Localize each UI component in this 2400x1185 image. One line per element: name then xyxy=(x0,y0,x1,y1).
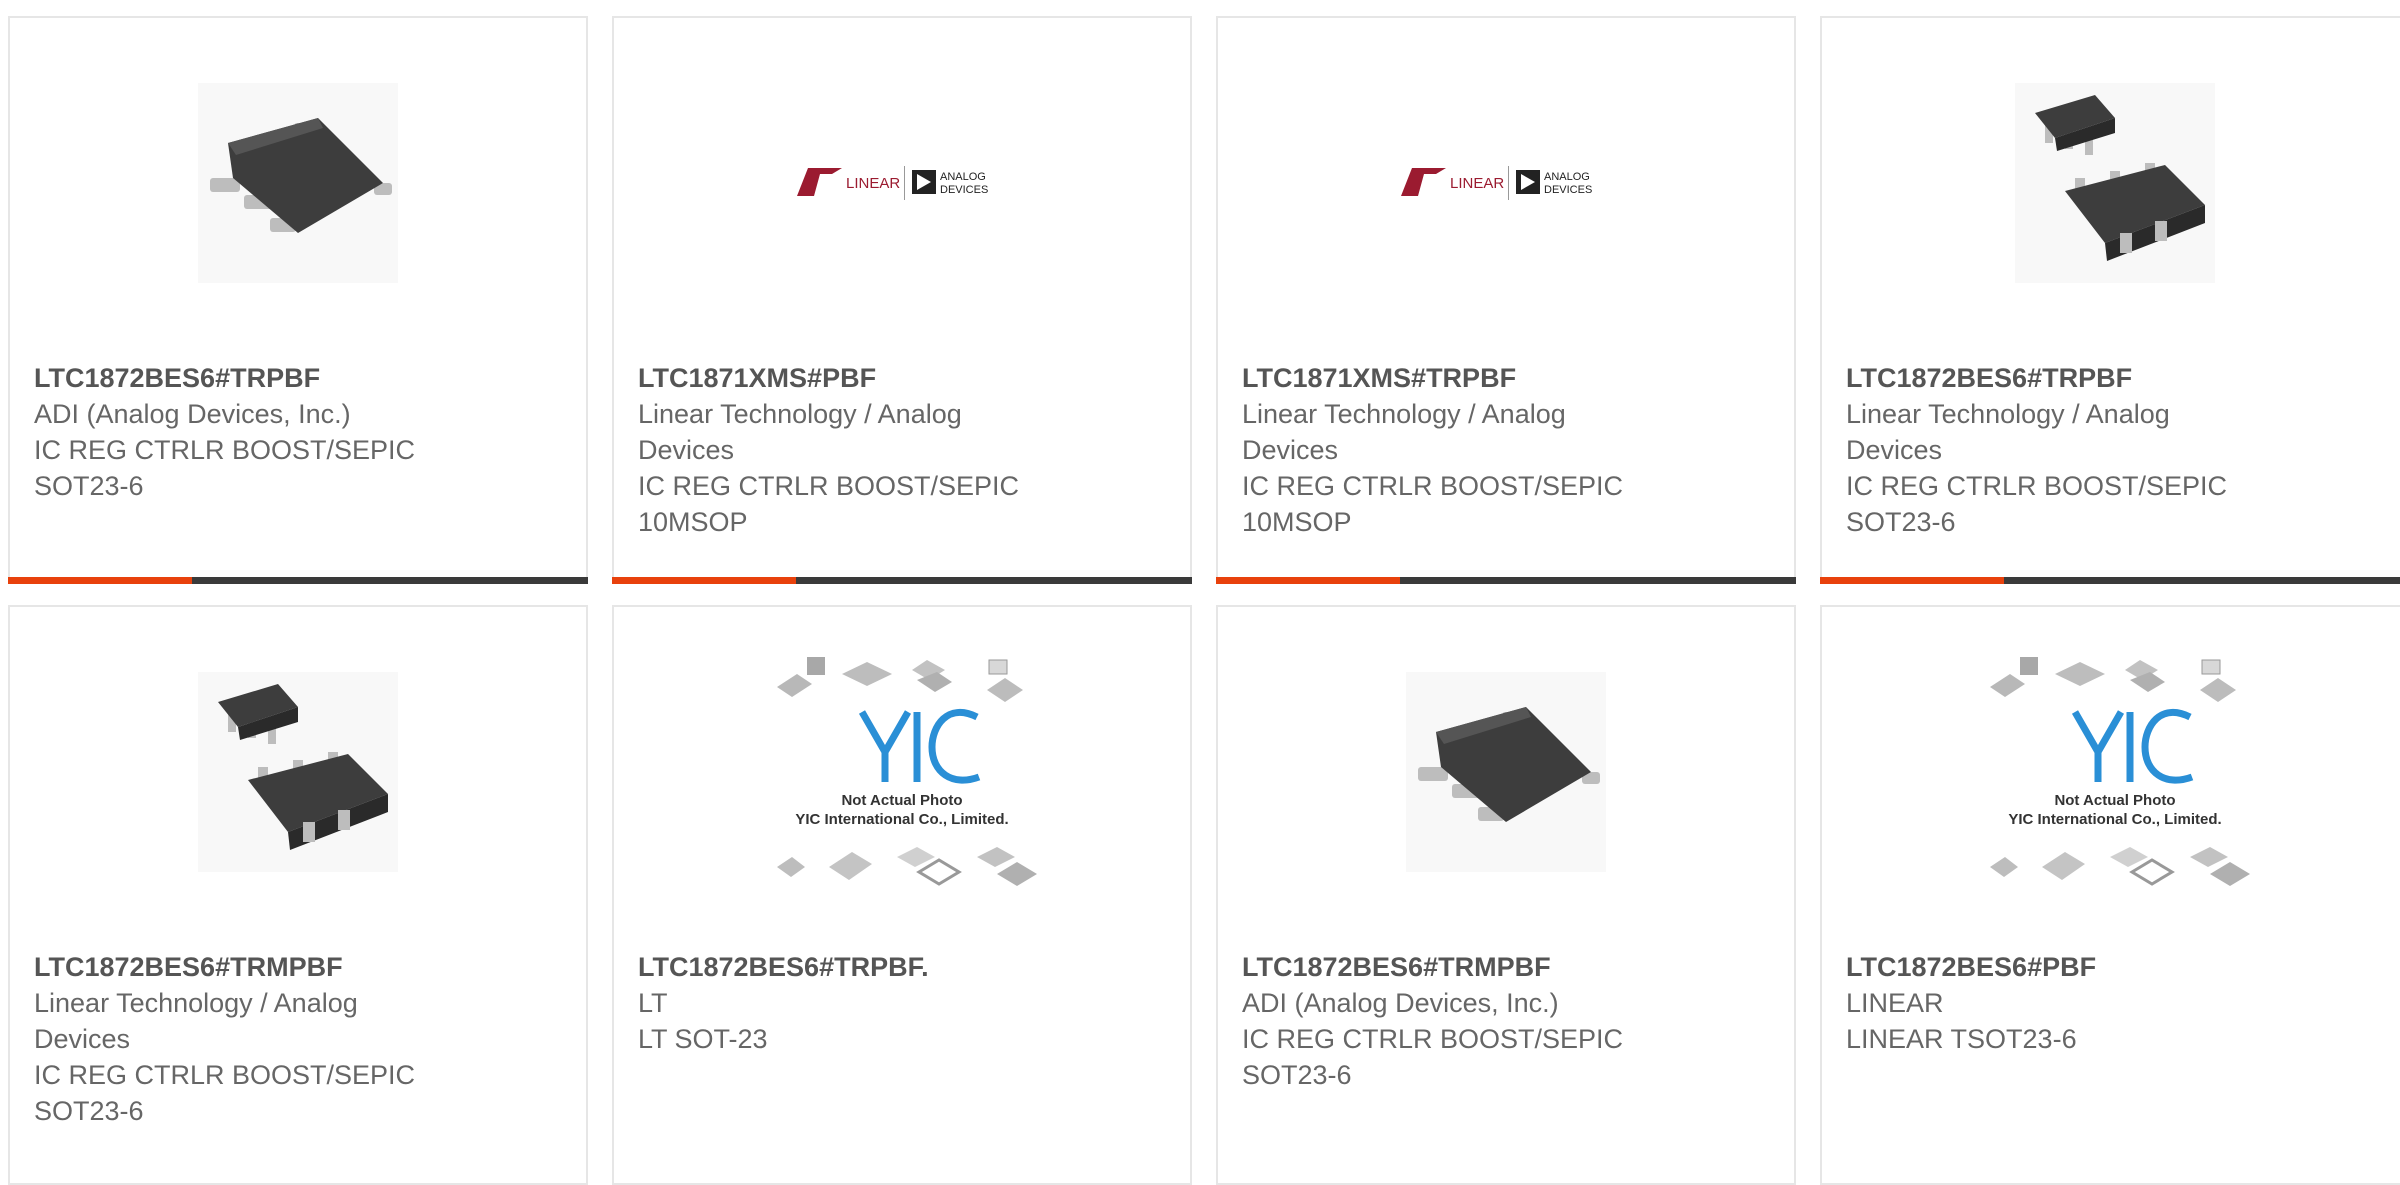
product-image[interactable] xyxy=(10,667,586,877)
svg-text:YIC International Co., Limited: YIC International Co., Limited. xyxy=(2008,811,2221,828)
manufacturer: Linear Technology / Analog Devices xyxy=(34,988,358,1054)
svg-text:LINEAR: LINEAR xyxy=(1450,175,1504,192)
card-bottom-bar xyxy=(1820,577,2400,584)
svg-text:Not Actual Photo: Not Actual Photo xyxy=(841,792,962,809)
chip-icon xyxy=(198,83,398,283)
product-info: LTC1872BES6#PBF LINEAR LINEAR TSOT23-6 xyxy=(1846,949,2384,1057)
product-card[interactable]: LINEAR ANALOG DEVICES LTC1871XMS#PBF Lin… xyxy=(612,16,1192,584)
description: IC REG CTRLR BOOST/SEPIC SOT23-6 xyxy=(1242,1024,1624,1090)
product-image[interactable]: LINEAR ANALOG DEVICES xyxy=(614,78,1190,288)
product-image[interactable] xyxy=(10,78,586,288)
description: IC REG CTRLR BOOST/SEPIC 10MSOP xyxy=(1242,471,1624,537)
product-card[interactable]: LTC1872BES6#TRMPBF Linear Technology / A… xyxy=(8,605,588,1185)
product-card[interactable]: LINEAR ANALOG DEVICES LTC1871XMS#TRPBF L… xyxy=(1216,16,1796,584)
manufacturer: LT xyxy=(638,988,668,1018)
description: IC REG CTRLR BOOST/SEPIC SOT23-6 xyxy=(34,1060,416,1126)
product-card[interactable]: LTC1872BES6#TRMPBF ADI (Analog Devices, … xyxy=(1216,605,1796,1185)
product-image[interactable] xyxy=(1822,78,2400,288)
part-number[interactable]: LTC1872BES6#TRPBF xyxy=(1846,360,2384,396)
product-image[interactable]: Not Actual Photo YIC International Co., … xyxy=(1822,657,2400,886)
manufacturer: ADI (Analog Devices, Inc.) xyxy=(1242,988,1559,1018)
product-card[interactable]: LTC1872BES6#TRPBF ADI (Analog Devices, I… xyxy=(8,16,588,584)
svg-text:ANALOG: ANALOG xyxy=(1544,171,1590,183)
product-image[interactable]: Not Actual Photo YIC International Co., … xyxy=(614,657,1190,886)
product-image[interactable] xyxy=(1218,667,1794,877)
product-card[interactable]: Not Actual Photo YIC International Co., … xyxy=(612,605,1192,1185)
manufacturer: Linear Technology / Analog Devices xyxy=(1846,399,2170,465)
manufacturer: LINEAR xyxy=(1846,988,1944,1018)
brand-logo-icon: LINEAR ANALOG DEVICES xyxy=(797,166,988,200)
placeholder-image-icon: Not Actual Photo YIC International Co., … xyxy=(777,657,1037,886)
product-card[interactable]: LTC1872BES6#TRPBF Linear Technology / An… xyxy=(1820,16,2400,584)
part-number[interactable]: LTC1871XMS#TRPBF xyxy=(1242,360,1770,396)
part-number[interactable]: LTC1872BES6#TRPBF xyxy=(34,360,562,396)
product-image[interactable]: LINEAR ANALOG DEVICES xyxy=(1218,78,1794,288)
part-number[interactable]: LTC1872BES6#TRMPBF xyxy=(1242,949,1770,985)
part-number[interactable]: LTC1871XMS#PBF xyxy=(638,360,1166,396)
placeholder-image-icon: Not Actual Photo YIC International Co., … xyxy=(1990,657,2250,886)
description: IC REG CTRLR BOOST/SEPIC SOT23-6 xyxy=(34,435,416,501)
manufacturer: Linear Technology / Analog Devices xyxy=(1242,399,1566,465)
part-number[interactable]: LTC1872BES6#PBF xyxy=(1846,949,2384,985)
product-info: LTC1872BES6#TRMPBF ADI (Analog Devices, … xyxy=(1242,949,1770,1093)
product-info: LTC1872BES6#TRPBF. LT LT SOT-23 xyxy=(638,949,1166,1057)
manufacturer: ADI (Analog Devices, Inc.) xyxy=(34,399,351,429)
product-grid: LTC1872BES6#TRPBF ADI (Analog Devices, I… xyxy=(0,0,2400,1185)
product-info: LTC1871XMS#PBF Linear Technology / Analo… xyxy=(638,360,1166,540)
svg-text:DEVICES: DEVICES xyxy=(940,184,988,196)
svg-text:ANALOG: ANALOG xyxy=(940,171,986,183)
card-bottom-bar xyxy=(8,577,588,584)
product-info: LTC1871XMS#TRPBF Linear Technology / Ana… xyxy=(1242,360,1770,540)
svg-text:DEVICES: DEVICES xyxy=(1544,184,1592,196)
part-number[interactable]: LTC1872BES6#TRMPBF xyxy=(34,949,562,985)
description: LINEAR TSOT23-6 xyxy=(1846,1024,2077,1054)
svg-text:LINEAR: LINEAR xyxy=(846,175,900,192)
product-info: LTC1872BES6#TRMPBF Linear Technology / A… xyxy=(34,949,562,1129)
chip-icon xyxy=(1406,672,1606,872)
chip-icon xyxy=(198,672,398,872)
svg-text:YIC International Co., Limited: YIC International Co., Limited. xyxy=(795,811,1008,828)
part-number[interactable]: LTC1872BES6#TRPBF. xyxy=(638,949,1166,985)
product-info: LTC1872BES6#TRPBF Linear Technology / An… xyxy=(1846,360,2384,540)
svg-text:Not Actual Photo: Not Actual Photo xyxy=(2054,792,2175,809)
description: LT SOT-23 xyxy=(638,1024,768,1054)
card-bottom-bar xyxy=(1216,577,1796,584)
description: IC REG CTRLR BOOST/SEPIC SOT23-6 xyxy=(1846,471,2228,537)
manufacturer: Linear Technology / Analog Devices xyxy=(638,399,962,465)
description: IC REG CTRLR BOOST/SEPIC 10MSOP xyxy=(638,471,1020,537)
card-bottom-bar xyxy=(612,577,1192,584)
brand-logo-icon: LINEAR ANALOG DEVICES xyxy=(1401,166,1592,200)
product-info: LTC1872BES6#TRPBF ADI (Analog Devices, I… xyxy=(34,360,562,504)
product-card[interactable]: Not Actual Photo YIC International Co., … xyxy=(1820,605,2400,1185)
chip-icon xyxy=(2015,83,2215,283)
